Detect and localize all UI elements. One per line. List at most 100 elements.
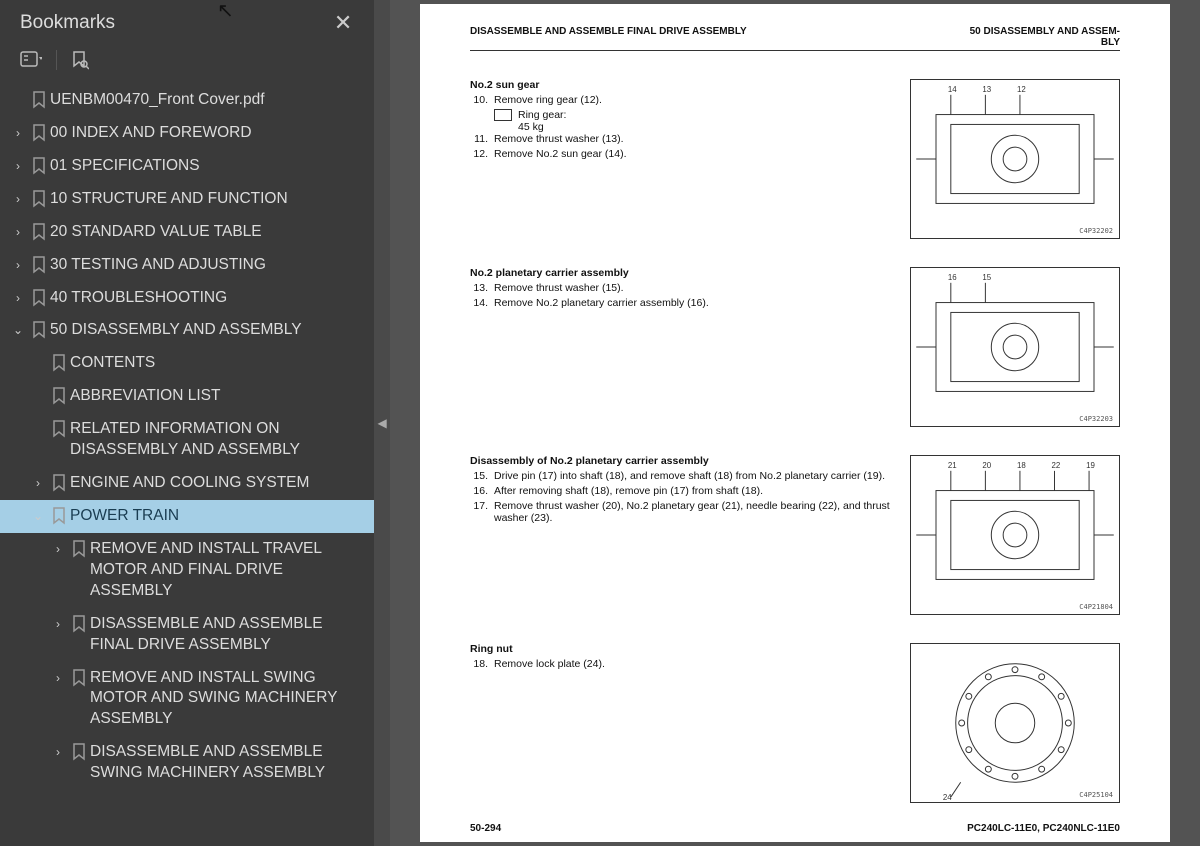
svg-text:20: 20 — [982, 461, 991, 470]
expand-chevron-icon[interactable] — [28, 419, 48, 421]
bookmark-node[interactable]: › 20 STANDARD VALUE TABLE — [0, 216, 374, 249]
bookmark-label: POWER TRAIN — [70, 506, 364, 527]
section-title: No.2 sun gear — [470, 79, 894, 91]
bookmark-node[interactable]: ABBREVIATION LIST — [0, 380, 374, 413]
expand-chevron-icon[interactable]: › — [8, 222, 28, 240]
bookmark-label: ENGINE AND COOLING SYSTEM — [70, 473, 364, 494]
expand-chevron-icon[interactable]: ⌄ — [8, 320, 28, 338]
figure-id: C4P25104 — [1079, 791, 1113, 799]
procedure-step: 18.Remove lock plate (24). — [470, 658, 894, 670]
expand-chevron-icon[interactable]: › — [8, 189, 28, 207]
bookmark-label: DISASSEMBLE AND ASSEMBLE FINAL DRIVE ASS… — [90, 614, 364, 656]
procedure-step: 16.After removing shaft (18), remove pin… — [470, 485, 894, 497]
bookmark-icon — [48, 386, 70, 405]
expand-chevron-icon[interactable] — [8, 90, 28, 92]
expand-chevron-icon[interactable]: › — [48, 614, 68, 632]
find-bookmark-icon[interactable] — [71, 50, 89, 70]
pdf-page: DISASSEMBLE AND ASSEMBLE FINAL DRIVE ASS… — [420, 4, 1170, 842]
chevron-left-icon: ◀ — [378, 416, 387, 430]
procedure-step: 12.Remove No.2 sun gear (14). — [470, 148, 894, 160]
expand-chevron-icon[interactable]: › — [8, 156, 28, 174]
bookmark-label: CONTENTS — [70, 353, 364, 374]
bookmark-label: 20 STANDARD VALUE TABLE — [50, 222, 364, 243]
bookmark-label: REMOVE AND INSTALL TRAVEL MOTOR AND FINA… — [90, 539, 364, 602]
procedure-step: 15.Drive pin (17) into shaft (18), and r… — [470, 470, 894, 482]
bookmark-icon — [48, 353, 70, 372]
bookmark-node[interactable]: › 01 SPECIFICATIONS — [0, 150, 374, 183]
bookmark-node[interactable]: ›REMOVE AND INSTALL SWING MOTOR AND SWIN… — [0, 662, 374, 737]
bookmark-node[interactable]: ›10 STRUCTURE AND FUNCTION — [0, 183, 374, 216]
bookmark-node[interactable]: UENBM00470_Front Cover.pdf — [0, 84, 374, 117]
svg-text:14: 14 — [948, 85, 957, 94]
bookmark-node[interactable]: › DISASSEMBLE AND ASSEMBLE FINAL DRIVE AS… — [0, 608, 374, 662]
bookmarks-panel: ↖ Bookmarks ✕ UENBM00470_Front Cover.pdf… — [0, 0, 374, 846]
bookmarks-header: Bookmarks ✕ — [0, 0, 374, 44]
close-icon[interactable]: ✕ — [328, 8, 358, 38]
svg-text:19: 19 — [1086, 461, 1095, 470]
bookmark-node[interactable]: CONTENTS — [0, 347, 374, 380]
expand-chevron-icon[interactable]: › — [8, 255, 28, 273]
bookmark-label: DISASSEMBLE AND ASSEMBLE SWING MACHINERY… — [90, 742, 364, 784]
procedure-step: 17.Remove thrust washer (20), No.2 plane… — [470, 500, 894, 524]
expand-chevron-icon[interactable] — [28, 353, 48, 355]
bookmark-icon — [48, 419, 70, 438]
bookmark-node[interactable]: RELATED INFORMATION ON DISASSEMBLY AND A… — [0, 413, 374, 467]
figure: 21201822192317C4P21804 — [910, 455, 1120, 615]
bookmark-node[interactable]: › ENGINE AND COOLING SYSTEM — [0, 467, 374, 500]
figure-id: C4P21804 — [1079, 603, 1113, 611]
document-viewport[interactable]: DISASSEMBLE AND ASSEMBLE FINAL DRIVE ASS… — [390, 0, 1200, 846]
svg-text:24: 24 — [943, 793, 952, 802]
weight-note: Ring gear: — [494, 109, 894, 121]
bookmark-node[interactable]: › 40 TROUBLESHOOTING — [0, 282, 374, 315]
expand-chevron-icon[interactable]: › — [48, 668, 68, 686]
svg-text:15: 15 — [982, 273, 991, 282]
bookmark-icon — [48, 473, 70, 492]
bookmark-icon — [28, 90, 50, 109]
bookmark-node[interactable]: ⌄ 50 DISASSEMBLY AND ASSEMBLY — [0, 314, 374, 347]
panel-collapse-handle[interactable]: ◀ — [374, 0, 390, 846]
bookmark-label: 40 TROUBLESHOOTING — [50, 288, 364, 309]
procedure-step: 11.Remove thrust washer (13). — [470, 133, 894, 145]
expand-chevron-icon[interactable]: › — [28, 473, 48, 491]
bookmark-node[interactable]: › DISASSEMBLE AND ASSEMBLE SWING MACHINER… — [0, 736, 374, 790]
section-text: No.2 sun gear10.Remove ring gear (12).Ri… — [470, 79, 894, 239]
expand-chevron-icon[interactable]: › — [8, 288, 28, 306]
expand-chevron-icon[interactable]: › — [8, 123, 28, 141]
bookmarks-toolbar — [0, 44, 374, 80]
bookmark-label: 01 SPECIFICATIONS — [50, 156, 364, 177]
bookmark-label: 00 INDEX AND FOREWORD — [50, 123, 364, 144]
section-text: Disassembly of No.2 planetary carrier as… — [470, 455, 894, 615]
bookmark-icon — [28, 320, 50, 339]
svg-text:22: 22 — [1052, 461, 1061, 470]
bookmark-label: ABBREVIATION LIST — [70, 386, 364, 407]
bookmark-icon — [68, 742, 90, 761]
expand-chevron-icon[interactable]: › — [48, 539, 68, 557]
model-codes: PC240LC-11E0, PC240NLC-11E0 — [967, 823, 1120, 834]
bookmark-node[interactable]: ›30 TESTING AND ADJUSTING — [0, 249, 374, 282]
bookmark-icon — [28, 255, 50, 274]
bookmark-icon — [48, 506, 70, 525]
bookmark-node[interactable]: ⌄ POWER TRAIN — [0, 500, 374, 533]
bookmark-node[interactable]: › REMOVE AND INSTALL TRAVEL MOTOR AND FIN… — [0, 533, 374, 608]
bookmark-icon — [28, 288, 50, 307]
expand-chevron-icon[interactable] — [28, 386, 48, 388]
bookmark-label: 50 DISASSEMBLY AND ASSEMBLY — [50, 320, 364, 341]
figure: 24 C4P25104 — [910, 643, 1120, 803]
bookmark-icon — [28, 222, 50, 241]
procedure-step: 14.Remove No.2 planetary carrier assembl… — [470, 297, 894, 309]
expand-chevron-icon[interactable]: › — [48, 742, 68, 760]
bookmarks-tree[interactable]: UENBM00470_Front Cover.pdf › 00 INDEX AND … — [0, 80, 374, 846]
doc-section: Disassembly of No.2 planetary carrier as… — [470, 455, 1120, 615]
section-text: Ring nut18.Remove lock plate (24). — [470, 643, 894, 803]
expand-chevron-icon[interactable]: ⌄ — [28, 506, 48, 524]
options-icon[interactable] — [20, 51, 42, 69]
header-right: 50 DISASSEMBLY AND ASSEM-BLY — [970, 26, 1120, 48]
bookmark-icon — [68, 539, 90, 558]
bookmark-node[interactable]: › 00 INDEX AND FOREWORD — [0, 117, 374, 150]
section-text: No.2 planetary carrier assembly13.Remove… — [470, 267, 894, 427]
bookmark-icon — [28, 123, 50, 142]
page-header: DISASSEMBLE AND ASSEMBLE FINAL DRIVE ASS… — [470, 26, 1120, 51]
bookmark-icon — [28, 189, 50, 208]
doc-section: Ring nut18.Remove lock plate (24). 24 C4P2… — [470, 643, 1120, 803]
bookmarks-title: Bookmarks — [20, 12, 115, 34]
